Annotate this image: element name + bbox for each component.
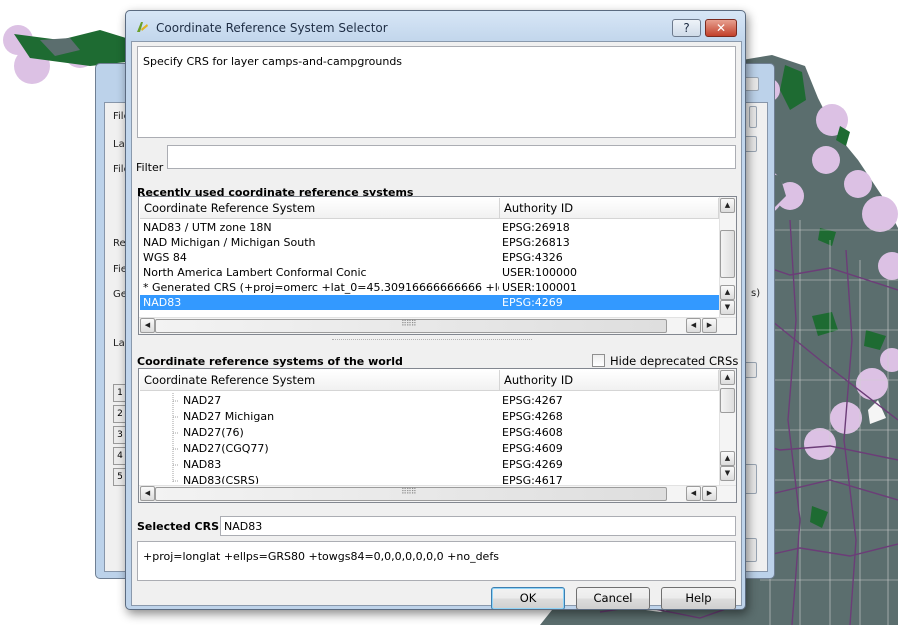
description-text: Specify CRS for layer camps-and-campgrou… [143, 55, 403, 68]
splitter-handle[interactable] [332, 339, 532, 342]
recent-header-authority[interactable]: Authority ID [500, 198, 719, 219]
recent-row[interactable]: * Generated CRS (+proj=omerc +lat_0=45.3… [140, 280, 719, 295]
recent-row-name: North America Lambert Conformal Conic [143, 266, 367, 279]
recent-row-id: EPSG:4269 [502, 296, 563, 309]
recent-row[interactable]: NAD83 / UTM zone 18N EPSG:26918 [140, 220, 719, 235]
selected-crs-label: Selected CRS: [137, 520, 224, 533]
recent-row[interactable]: NAD Michigan / Michigan South EPSG:26813 [140, 235, 719, 250]
dialog-client: Specify CRS for layer camps-and-campgrou… [131, 41, 742, 609]
help-button[interactable]: Help [661, 587, 736, 609]
world-row-id: EPSG:4267 [502, 394, 563, 407]
recent-vertical-scrollbar[interactable]: ▲ ▲ ▼ [719, 197, 736, 317]
proj-string-box[interactable]: +proj=longlat +ellps=GRS80 +towgs84=0,0,… [137, 541, 736, 581]
selected-crs-field[interactable] [220, 516, 736, 536]
hide-deprecated-checkbox[interactable] [592, 354, 605, 367]
description-box: Specify CRS for layer camps-and-campgrou… [137, 46, 736, 138]
recent-row-id: USER:100000 [502, 266, 577, 279]
recent-row-id: EPSG:26918 [502, 221, 570, 234]
filter-input[interactable] [167, 145, 736, 169]
world-row-name: NAD83(CSRS) [183, 474, 260, 484]
dialog-title: Coordinate Reference System Selector [156, 21, 388, 35]
world-row[interactable]: NAD27(76) EPSG:4608 [140, 425, 719, 440]
world-vertical-scrollbar[interactable]: ▲ ▲ ▼ [719, 369, 736, 485]
scroll-up-arrow-icon[interactable]: ▲ [720, 198, 735, 213]
scroll-up-arrow-icon[interactable]: ▲ [720, 370, 735, 385]
recent-row-name: NAD83 [143, 296, 182, 309]
world-row[interactable]: NAD83(CSRS) EPSG:4617 [140, 473, 719, 484]
world-row-name: NAD27 Michigan [183, 410, 275, 423]
titlebar-close-button[interactable]: ✕ [705, 19, 737, 37]
filter-label: Filter [136, 161, 164, 174]
recent-row-selected[interactable]: NAD83 EPSG:4269 [140, 295, 719, 310]
scroll-thumb[interactable] [720, 388, 735, 413]
world-crs-heading: Coordinate reference systems of the worl… [137, 355, 403, 368]
scroll-right-arrow-icon[interactable]: ▶ [702, 318, 717, 333]
scroll-left-arrow-icon[interactable]: ◀ [686, 318, 701, 333]
scroll-up-arrow-icon[interactable]: ▲ [720, 285, 735, 300]
scroll-down-arrow-icon[interactable]: ▼ [720, 466, 735, 481]
world-row[interactable]: NAD27 Michigan EPSG:4268 [140, 409, 719, 424]
recent-row-id: USER:100001 [502, 281, 577, 294]
world-row-id: EPSG:4608 [502, 426, 563, 439]
scroll-down-arrow-icon[interactable]: ▼ [720, 300, 735, 315]
world-row[interactable]: NAD83 EPSG:4269 [140, 457, 719, 472]
recent-row-name: WGS 84 [143, 251, 187, 264]
scroll-left-arrow-icon[interactable]: ◀ [140, 318, 155, 333]
qgis-logo-icon [137, 22, 148, 32]
recent-crs-table: Coordinate Reference System Authority ID… [138, 196, 737, 335]
crs-selector-dialog: Coordinate Reference System Selector ? ✕… [125, 10, 746, 610]
grip-icon: ⠿⠿⠿ [401, 487, 417, 496]
recent-row-name: * Generated CRS (+proj=omerc +lat_0=45.3… [143, 281, 499, 294]
world-row-name: NAD27 [183, 394, 222, 407]
cancel-button[interactable]: Cancel [576, 587, 650, 609]
world-row-id: EPSG:4617 [502, 474, 563, 484]
world-row-id: EPSG:4609 [502, 442, 563, 455]
world-row-name: NAD27(76) [183, 426, 244, 439]
grip-icon: ⠿⠿⠿ [401, 319, 417, 328]
recent-header-crs[interactable]: Coordinate Reference System [140, 198, 500, 219]
ok-button[interactable]: OK [491, 587, 565, 609]
world-header-crs[interactable]: Coordinate Reference System [140, 370, 500, 391]
scroll-thumb[interactable] [720, 230, 735, 278]
recent-row-id: EPSG:4326 [502, 251, 563, 264]
proj-string-text: +proj=longlat +ellps=GRS80 +towgs84=0,0,… [143, 550, 499, 563]
world-table-header: Coordinate Reference System Authority ID [140, 370, 719, 391]
world-row-name: NAD27(CGQ77) [183, 442, 269, 455]
world-row[interactable]: NAD27 EPSG:4267 [140, 393, 719, 408]
world-row[interactable]: NAD27(CGQ77) EPSG:4609 [140, 441, 719, 456]
world-header-authority[interactable]: Authority ID [500, 370, 719, 391]
recent-row[interactable]: North America Lambert Conformal Conic USE… [140, 265, 719, 280]
recent-row-name: NAD Michigan / Michigan South [143, 236, 316, 249]
recent-horizontal-scrollbar[interactable]: ◀ ⠿⠿⠿ ◀ ▶ [139, 317, 736, 334]
bg-close-stub [749, 106, 757, 128]
scroll-left-arrow-icon[interactable]: ◀ [686, 486, 701, 501]
world-row-id: EPSG:4269 [502, 458, 563, 471]
world-row-name: NAD83 [183, 458, 222, 471]
scroll-up-arrow-icon[interactable]: ▲ [720, 451, 735, 466]
scroll-right-arrow-icon[interactable]: ▶ [702, 486, 717, 501]
world-crs-table: Coordinate Reference System Authority ID… [138, 368, 737, 503]
titlebar-help-button[interactable]: ? [672, 19, 701, 37]
recent-table-header: Coordinate Reference System Authority ID [140, 198, 719, 219]
bg-paren: s) [751, 288, 761, 299]
bg-label-re: Re [113, 238, 126, 249]
recent-row-name: NAD83 / UTM zone 18N [143, 221, 272, 234]
world-row-id: EPSG:4268 [502, 410, 563, 423]
hide-deprecated-label: Hide deprecated CRSs [610, 354, 739, 368]
recent-row[interactable]: WGS 84 EPSG:4326 [140, 250, 719, 265]
recent-row-id: EPSG:26813 [502, 236, 570, 249]
scroll-left-arrow-icon[interactable]: ◀ [140, 486, 155, 501]
title-bar[interactable]: Coordinate Reference System Selector ? ✕ [126, 11, 745, 41]
world-horizontal-scrollbar[interactable]: ◀ ⠿⠿⠿ ◀ ▶ [139, 485, 736, 502]
